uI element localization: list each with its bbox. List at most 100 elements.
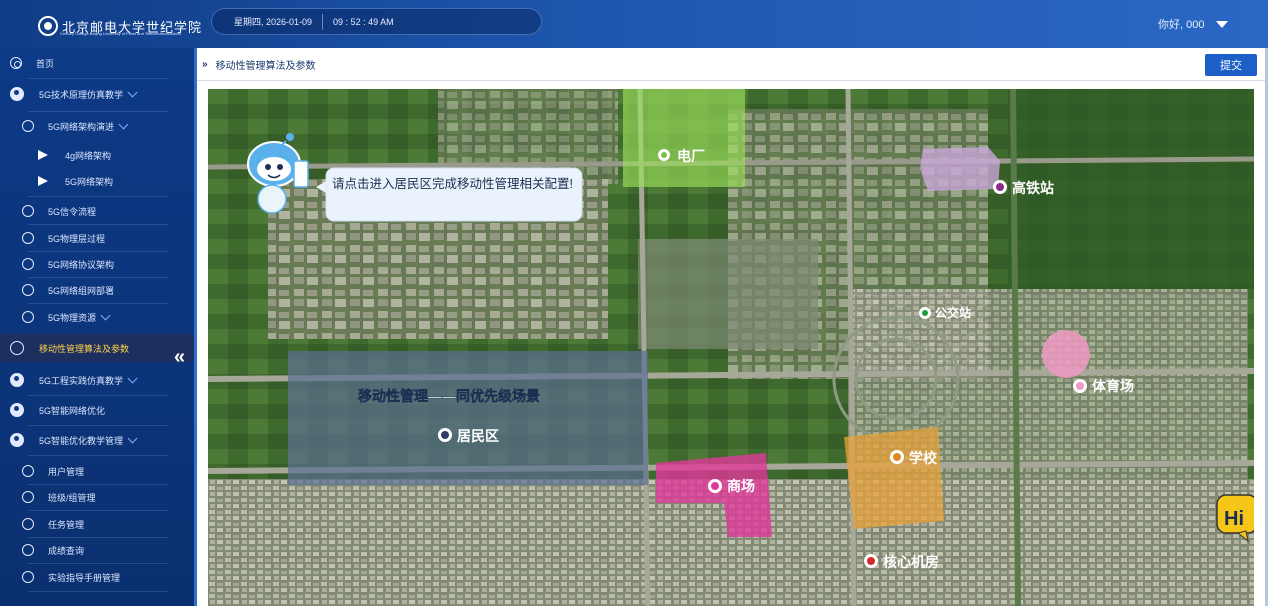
sidebar-label-group1: 5G技术原理仿真教学 [39, 89, 124, 100]
sidebar-item-home[interactable]: 首页 [0, 54, 194, 72]
sidebar-item-resource[interactable]: 5G物理资源 [0, 308, 194, 326]
marker-dot-icon [996, 183, 1004, 191]
main-panel: » 移动性管理算法及参数 提交 移动性管理——同优先级场景 电厂 高铁站 公交站… [197, 48, 1265, 606]
sidebar-label-resource: 5G物理资源 [48, 312, 97, 323]
circle-icon [22, 258, 34, 270]
satellite-map: 移动性管理——同优先级场景 电厂 高铁站 公交站 体育场 居民区 学校 商场 核… [208, 89, 1254, 606]
sidebar-group-sim-teaching[interactable]: 5G技术原理仿真教学 [0, 84, 194, 104]
sidebar-label-scores: 成绩查询 [48, 545, 85, 556]
breadcrumb: » 移动性管理算法及参数 [197, 48, 1265, 81]
sidebar-label-group1-sub1: 5G网络架构演进 [48, 121, 115, 132]
sidebar-divider [28, 563, 168, 564]
marker-dot-icon [922, 310, 928, 316]
sidebar-item-4g-arch[interactable]: 4g网络架构 [0, 146, 194, 164]
circle-icon [22, 232, 34, 244]
sidebar-divider [28, 224, 168, 225]
sidebar-divider [28, 78, 168, 79]
chevron-down-icon [127, 373, 138, 383]
sidebar-label-group3: 5G智能网络优化 [39, 405, 106, 416]
school-zone[interactable] [844, 427, 944, 529]
marker-residential[interactable]: 居民区 [438, 428, 499, 444]
sidebar-divider [28, 484, 168, 485]
sidebar-divider [28, 111, 168, 112]
marker-dot-icon [867, 557, 875, 565]
user-menu[interactable]: 你好, 000 [1158, 16, 1229, 32]
marker-dot-icon [893, 453, 901, 461]
arrow-right-icon [38, 176, 48, 186]
sidebar-label-protocol: 5G网络协议架构 [48, 259, 115, 270]
sidebar-item-manual[interactable]: 实验指导手册管理 [0, 568, 194, 586]
sidebar-divider [28, 395, 168, 396]
label-stadium: 体育场 [1092, 378, 1134, 394]
stadium-zone[interactable] [1042, 330, 1090, 378]
user-circle-icon [10, 373, 24, 387]
sidebar-item-physical[interactable]: 5G物理层过程 [0, 229, 194, 247]
marker-school[interactable]: 学校 [890, 450, 938, 466]
marker-stadium[interactable]: 体育场 [1073, 378, 1134, 394]
sidebar-divider [28, 425, 168, 426]
sidebar-label-group2: 5G工程实践仿真教学 [39, 375, 124, 386]
sidebar-item-users[interactable]: 用户管理 [0, 462, 194, 480]
sidebar-label-deploy: 5G网络组网部署 [48, 285, 115, 296]
sidebar-item-classes[interactable]: 班级/组管理 [0, 488, 194, 506]
sidebar-item-deploy[interactable]: 5G网络组网部署 [0, 281, 194, 299]
power-plant-zone[interactable] [623, 89, 745, 187]
sidebar-divider [28, 303, 168, 304]
sidebar-label-home: 首页 [36, 58, 55, 69]
chevron-down-icon [127, 433, 138, 443]
sidebar-item-protocol[interactable]: 5G网络协议架构 [0, 255, 194, 273]
time-text: 09 : 52 : 49 AM [333, 16, 394, 27]
residential-zone[interactable] [288, 351, 648, 485]
sidebar-label-5g: 5G网络架构 [65, 176, 114, 187]
sidebar-group-optimization[interactable]: 5G智能网络优化 [0, 400, 194, 420]
label-core-room: 核心机房 [883, 554, 939, 570]
sidebar-item-5g-arch[interactable]: 5G网络架构 [0, 172, 194, 190]
circle-icon [22, 205, 34, 217]
sidebar-label-4g: 4g网络架构 [65, 150, 112, 161]
map-svg: 移动性管理——同优先级场景 电厂 高铁站 公交站 体育场 居民区 学校 商场 核… [208, 89, 1254, 606]
sidebar-divider [28, 277, 168, 278]
user-circle-icon [10, 433, 24, 447]
circle-icon [22, 284, 34, 296]
scene-title: 移动性管理——同优先级场景 [358, 388, 540, 404]
label-school: 学校 [909, 450, 938, 466]
submit-button[interactable]: 提交 [1205, 54, 1257, 76]
greeting-text: 你好, 000 [1158, 19, 1205, 31]
sidebar-item-tasks[interactable]: 任务管理 [0, 515, 194, 533]
bubble-text: 请点击进入居民区完成移动性管理相关配置! [332, 177, 573, 191]
rail-station-zone[interactable] [920, 147, 1000, 191]
logo-subtitle: Century College,Beijing University of Po… [60, 31, 182, 36]
sidebar-group-teaching-mgmt[interactable]: 5G智能优化教学管理 [0, 430, 194, 450]
collapse-sidebar-icon[interactable]: « [174, 346, 185, 369]
user-circle-icon [10, 87, 24, 101]
caret-down-icon[interactable] [1216, 20, 1229, 28]
map-construction-site [638, 239, 818, 349]
sidebar-divider [28, 510, 168, 511]
sidebar-divider [28, 537, 168, 538]
sidebar-label-users: 用户管理 [48, 466, 85, 477]
sidebar-label-signal: 5G信令流程 [48, 206, 97, 217]
sidebar-group-engineering[interactable]: 5G工程实践仿真教学 [0, 370, 194, 390]
sidebar-label-group4: 5G智能优化教学管理 [39, 435, 124, 446]
sidebar-item-mobility-management[interactable]: 移动性管理算法及参数 [0, 334, 194, 362]
sidebar: 首页 5G技术原理仿真教学 5G网络架构演进 4g网络架构 5G网络架构 5G信… [0, 48, 197, 606]
datetime-display: 星期四, 2026-01-09 09 : 52 : 49 AM [211, 8, 542, 35]
label-mall: 商场 [727, 478, 755, 494]
sidebar-item-arch-evolution[interactable]: 5G网络架构演进 [0, 117, 194, 135]
arrow-right-icon [38, 150, 48, 160]
hi-text: Hi [1224, 508, 1244, 530]
instruction-bubble: 请点击进入居民区完成移动性管理相关配置! [316, 167, 583, 222]
sidebar-item-scores[interactable]: 成绩查询 [0, 541, 194, 559]
marker-mall[interactable]: 商场 [708, 478, 755, 494]
circle-icon [22, 571, 34, 583]
home-pin-icon [10, 57, 22, 69]
college-seal-icon [38, 16, 58, 36]
date-text: 星期四, 2026-01-09 [234, 17, 313, 27]
chevron-down-icon [100, 310, 111, 320]
marker-rail[interactable]: 高铁站 [993, 180, 1054, 196]
sidebar-item-signal[interactable]: 5G信令流程 [0, 202, 194, 220]
sidebar-divider [28, 455, 168, 456]
circle-icon [22, 544, 34, 556]
marker-dot-icon [711, 482, 719, 490]
sidebar-label-classes: 班级/组管理 [48, 492, 96, 503]
